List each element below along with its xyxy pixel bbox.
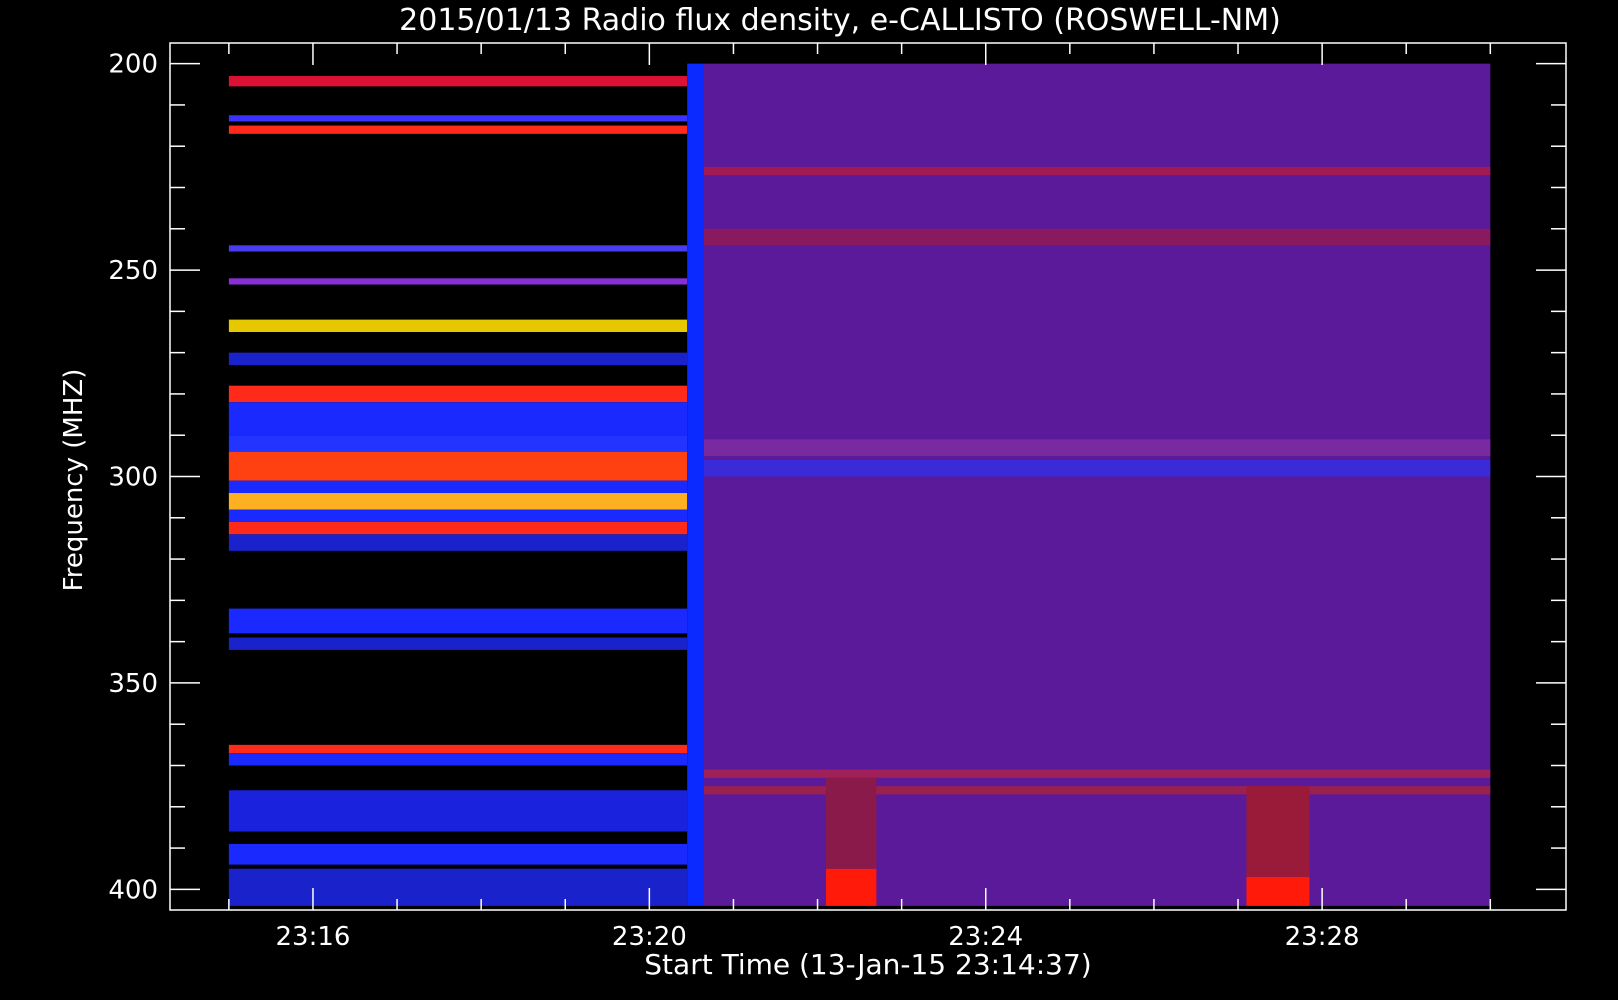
heatmap-band [228,509,688,522]
burst-cell [1246,876,1310,906]
heatmap-band [228,521,688,535]
heatmap-band [704,228,1491,246]
y-tick-label: 350 [108,669,158,699]
heatmap [228,63,1491,906]
x-tick-label: 23:28 [1285,922,1360,952]
heatmap-band [228,125,688,134]
heatmap-band [704,769,1491,778]
heatmap-band [228,480,688,494]
heatmap-band [228,385,688,403]
heatmap-band [228,115,688,122]
heatmap-band [228,493,688,510]
heatmap-band [228,245,688,252]
y-axis-label: Frequency (MHZ) [59,369,89,592]
heatmap-band [228,753,688,766]
heatmap-band [228,868,688,906]
heatmap-band [228,534,688,551]
heatmap-band [228,352,688,366]
heatmap-band [228,637,688,650]
y-tick-label: 250 [108,256,158,286]
heatmap-band [704,439,1491,456]
heatmap-band [228,402,688,436]
heatmap-band [228,451,688,481]
heatmap-band [228,319,688,332]
heatmap-band [704,166,1491,176]
x-axis-label: Start Time (13-Jan-15 23:14:37) [644,948,1091,981]
heatmap-band [228,76,688,87]
spectrogram-chart: 2015/01/13 Radio flux density, e-CALLIST… [0,0,1618,1000]
heatmap-band [228,608,688,634]
heatmap-segment [704,63,1491,906]
heatmap-band [228,435,688,452]
y-tick-label: 400 [108,875,158,905]
heatmap-band [704,459,1491,477]
heatmap-band [228,278,688,285]
burst-cell [1246,786,1310,877]
chart-title: 2015/01/13 Radio flux density, e-CALLIST… [399,3,1281,38]
heatmap-band [228,790,688,832]
heatmap-band [704,786,1491,795]
heatmap-band [228,744,688,754]
heatmap-band [228,843,688,865]
y-tick-label: 300 [108,463,158,493]
x-tick-label: 23:16 [275,922,350,952]
y-tick-label: 200 [108,50,158,80]
burst-cell [825,777,877,869]
heatmap-segment [687,63,705,906]
burst-cell [825,868,877,906]
